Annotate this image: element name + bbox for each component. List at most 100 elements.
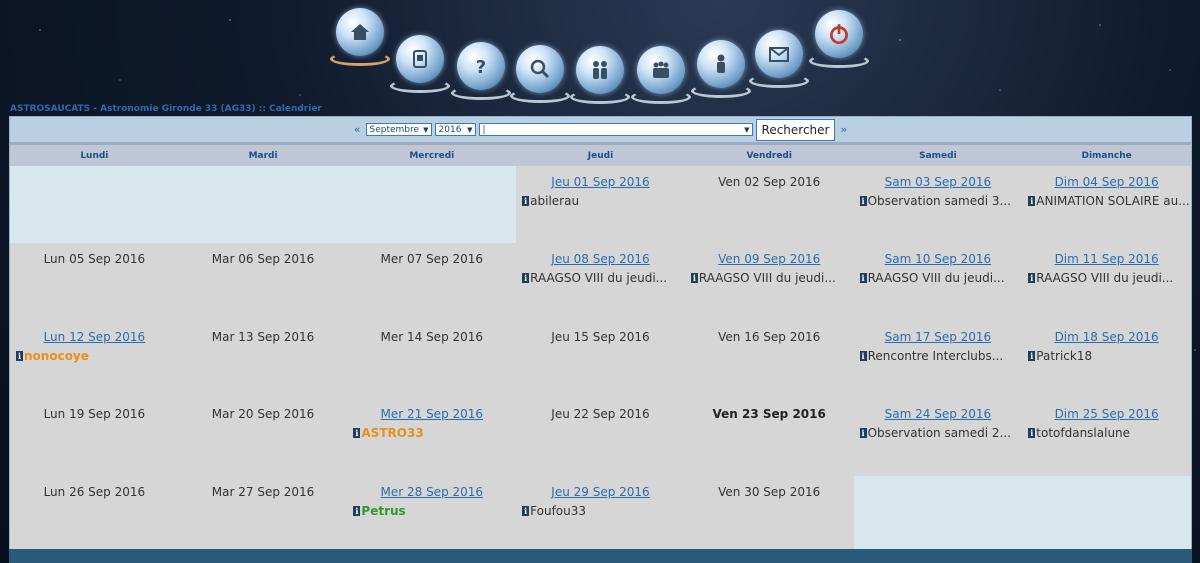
day-label: Jeu 22 Sep 2016 xyxy=(551,407,650,422)
search-icon[interactable] xyxy=(510,45,570,103)
calendar-event[interactable]: i RAAGSO VIII du jeudi... xyxy=(685,271,854,285)
calendar-day-cell: Mar 06 Sep 2016 xyxy=(178,243,348,321)
day-link[interactable]: Jeu 29 Sep 2016 xyxy=(516,485,685,499)
calendar-event[interactable]: i Rencontre Interclubs... xyxy=(854,349,1023,363)
day-link[interactable]: Mer 28 Sep 2016 xyxy=(347,485,516,499)
calendar-day-cell: Ven 23 Sep 2016 xyxy=(684,398,854,476)
info-icon: i xyxy=(1028,350,1036,361)
event-title: ANIMATION SOLAIRE au... xyxy=(1036,194,1190,208)
members-icon[interactable] xyxy=(570,46,630,104)
help-icon[interactable]: ? xyxy=(451,42,511,100)
calendar-day-cell: Dim 25 Sep 2016 i totofdanslalune xyxy=(1022,398,1191,476)
day-link[interactable]: Sam 24 Sep 2016 xyxy=(854,407,1023,421)
info-icon: i xyxy=(1028,273,1036,284)
calendar-event[interactable]: i Patrick18 xyxy=(1022,349,1191,363)
day-link[interactable]: Dim 11 Sep 2016 xyxy=(1022,252,1191,266)
calendar-day-cell: Sam 24 Sep 2016 i Observation samedi 2... xyxy=(853,398,1023,476)
search-button[interactable]: Rechercher xyxy=(755,118,836,141)
event-title: RAAGSO VIII du jeudi... xyxy=(530,271,668,286)
calendar-day-cell: Lun 12 Sep 2016 i nonocoye xyxy=(10,320,179,399)
calendar-cell-empty xyxy=(1022,475,1191,553)
calendar-event[interactable]: i nonocoye xyxy=(10,349,179,363)
calendar-event[interactable]: i RAAGSO VIII du jeudi... xyxy=(516,271,685,285)
event-title: Observation samedi 2... xyxy=(867,426,1011,441)
day-link[interactable]: Dim 25 Sep 2016 xyxy=(1022,407,1191,421)
event-title: Observation samedi 3... xyxy=(867,194,1011,208)
calendar-event[interactable]: i ASTRO33 xyxy=(347,426,516,440)
register-icon[interactable] xyxy=(390,35,450,93)
day-label: Mer 07 Sep 2016 xyxy=(380,252,484,267)
next-month-link[interactable]: » xyxy=(838,123,849,136)
calendar-event[interactable]: i Foufou33 xyxy=(516,504,685,518)
calendar-day-cell: Jeu 22 Sep 2016 xyxy=(516,398,685,476)
day-link[interactable]: Jeu 08 Sep 2016 xyxy=(516,252,685,266)
day-label: Lun 26 Sep 2016 xyxy=(43,484,146,499)
messages-icon[interactable] xyxy=(749,30,809,88)
info-icon: i xyxy=(1028,196,1036,206)
weekday-label: Jeudi xyxy=(587,150,614,161)
info-icon: i xyxy=(522,196,530,206)
calendar-event[interactable]: i RAAGSO VIII du jeudi... xyxy=(1022,271,1191,285)
calendar-day-cell: Ven 09 Sep 2016 i RAAGSO VIII du jeudi... xyxy=(684,243,854,321)
day-link[interactable]: Jeu 01 Sep 2016 xyxy=(516,175,685,189)
day-link[interactable]: Sam 03 Sep 2016 xyxy=(854,175,1023,189)
calendar-day-cell: Ven 16 Sep 2016 xyxy=(684,320,854,399)
day-link[interactable]: Mer 21 Sep 2016 xyxy=(347,407,516,421)
event-title: Foufou33 xyxy=(530,503,587,518)
event-title: ASTRO33 xyxy=(361,426,424,441)
day-link[interactable]: Ven 09 Sep 2016 xyxy=(685,252,854,266)
calendar-day-cell: Ven 30 Sep 2016 xyxy=(684,475,854,553)
event-title: totofdanslalune xyxy=(1036,426,1131,441)
home-icon[interactable] xyxy=(330,8,390,66)
info-icon: i xyxy=(522,505,530,516)
day-link[interactable]: Lun 12 Sep 2016 xyxy=(10,330,179,344)
current-day-label: Ven 23 Sep 2016 xyxy=(712,407,826,422)
day-link[interactable]: Dim 04 Sep 2016 xyxy=(1022,175,1191,189)
day-label: Mer 14 Sep 2016 xyxy=(380,329,484,344)
groups-icon[interactable] xyxy=(631,46,691,104)
event-title: RAAGSO VIII du jeudi... xyxy=(1036,271,1174,286)
calendar-day-cell: Lun 26 Sep 2016 xyxy=(10,475,179,553)
day-link[interactable]: Sam 17 Sep 2016 xyxy=(854,330,1023,344)
logout-icon[interactable] xyxy=(809,10,869,68)
calendar-day-cell: Lun 19 Sep 2016 xyxy=(10,398,179,476)
calendar-event[interactable]: i ANIMATION SOLAIRE au... xyxy=(1022,194,1191,208)
info-icon: i xyxy=(859,350,867,361)
chevron-down-icon: ▼ xyxy=(744,125,750,134)
day-label: Ven 30 Sep 2016 xyxy=(718,484,821,499)
calendar-day-cell: Sam 03 Sep 2016 i Observation samedi 3... xyxy=(853,166,1023,244)
profile-icon[interactable] xyxy=(691,40,751,98)
prev-month-link[interactable]: « xyxy=(352,123,363,136)
calendar-event[interactable]: i Petrus xyxy=(347,504,516,518)
svg-text:?: ? xyxy=(476,57,486,78)
group-select-value: | xyxy=(482,124,486,135)
day-label: Lun 05 Sep 2016 xyxy=(43,252,146,267)
group-select[interactable]: | ▼ xyxy=(478,123,753,136)
month-select[interactable]: Septembre ▼ xyxy=(365,123,432,136)
day-link[interactable]: Sam 10 Sep 2016 xyxy=(854,252,1023,266)
calendar-day-cell: Ven 02 Sep 2016 xyxy=(684,166,854,244)
calendar-day-cell: Jeu 15 Sep 2016 xyxy=(516,320,685,399)
calendar-event[interactable]: i totofdanslalune xyxy=(1022,426,1191,440)
calendar-event[interactable]: i RAAGSO VIII du jeudi... xyxy=(854,271,1023,285)
calendar-event[interactable]: i abilerau xyxy=(516,194,685,208)
footer-bar xyxy=(9,549,1192,563)
event-title: Patrick18 xyxy=(1036,348,1093,363)
calendar-event[interactable]: i Observation samedi 3... xyxy=(854,194,1023,208)
calendar-event[interactable]: i Observation samedi 2... xyxy=(854,426,1023,440)
weekday-label: Vendredi xyxy=(746,150,792,161)
breadcrumb[interactable]: ASTROSAUCATS - Astronomie Gironde 33 (AG… xyxy=(10,104,322,114)
weekday-label: Samedi xyxy=(919,150,957,161)
weekday-label: Mercredi xyxy=(409,150,455,161)
info-icon: i xyxy=(522,273,530,284)
weekday-label: Dimanche xyxy=(1081,150,1132,161)
calendar-day-cell: Jeu 29 Sep 2016 i Foufou33 xyxy=(516,475,685,553)
day-link[interactable]: Dim 18 Sep 2016 xyxy=(1022,330,1191,344)
weekday-label: Lundi xyxy=(80,150,109,161)
info-icon: i xyxy=(16,350,23,361)
event-title: RAAGSO VIII du jeudi... xyxy=(867,271,1005,286)
calendar-day-cell: Jeu 01 Sep 2016 i abilerau xyxy=(516,166,685,244)
year-select[interactable]: 2016 ▼ xyxy=(434,123,476,136)
calendar-day-cell: Mar 27 Sep 2016 xyxy=(178,475,348,553)
calendar: « Septembre ▼ 2016 ▼ | ▼ Rechercher » Lu… xyxy=(9,116,1192,563)
